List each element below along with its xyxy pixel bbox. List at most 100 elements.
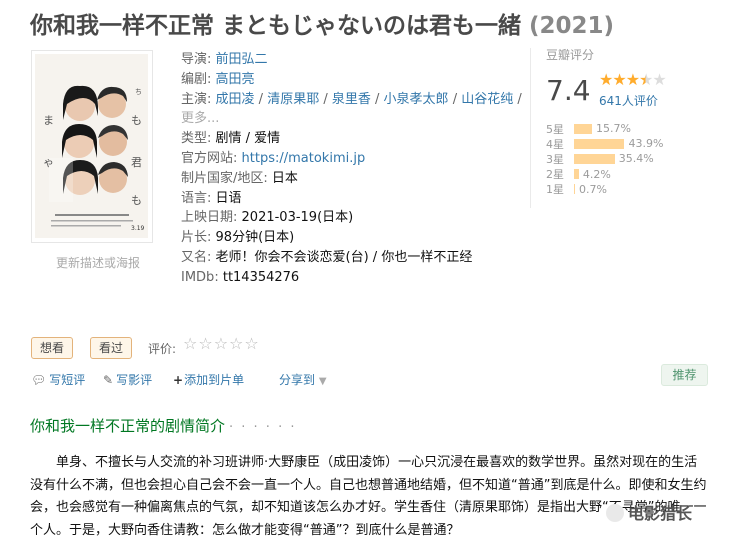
- cast-link-2[interactable]: 清原果耶: [267, 92, 319, 107]
- recommend-button[interactable]: 推荐: [661, 364, 708, 386]
- runtime-label: 片长:: [181, 230, 212, 246]
- genre-value: 剧情 / 爱情: [215, 131, 281, 147]
- write-review-label: 写影评: [116, 373, 153, 387]
- add-to-list-label: 添加到片单: [184, 373, 245, 387]
- cast-link-3[interactable]: 泉里香: [332, 92, 371, 107]
- rating-bar-percent: 15.7%: [596, 122, 631, 136]
- rating-divider: [530, 48, 531, 208]
- rating-bar-label: 3星: [546, 152, 564, 166]
- synopsis-heading-text: 你和我一样不正常的剧情简介: [30, 417, 226, 435]
- page-title: 你和我一样不正常 まともじゃないのは君も一緒 (2021): [30, 6, 614, 40]
- genre-label: 类型:: [181, 131, 212, 147]
- writer-link[interactable]: 高田亮: [216, 72, 255, 87]
- imdb-label: IMDb:: [181, 269, 219, 285]
- rating-bar-row: 1星 0.7%: [546, 182, 663, 197]
- imdb-value: tt14354276: [222, 269, 300, 285]
- director-row: 导演: 前田弘二: [181, 52, 268, 67]
- watermark-text: 电影猎长: [628, 504, 693, 523]
- website-link[interactable]: https://matokimi.jp: [242, 151, 366, 166]
- aka-value: 老师！你会不会谈恋爱(台) / 你也一样不正经: [215, 249, 473, 265]
- rating-bar-row: 5星 15.7%: [546, 121, 663, 136]
- movie-year: (2021): [529, 13, 615, 39]
- half-star-icon: ★: [639, 70, 653, 89]
- share-dropdown[interactable]: 分享到 ▼: [279, 371, 327, 388]
- chevron-down-icon: ▼: [318, 376, 327, 387]
- runtime-value: 98分钟(日本): [215, 230, 295, 246]
- poster-frame[interactable]: ち ま も ゃ 君 も 3.19: [31, 50, 153, 243]
- rating-bar: [574, 153, 615, 164]
- cast-link-5[interactable]: 山谷花纯: [461, 92, 513, 107]
- want-to-watch-button[interactable]: 想看: [31, 337, 74, 359]
- cast-more-link[interactable]: 更多...: [181, 111, 219, 126]
- country-label: 制片国家/地区:: [181, 170, 268, 186]
- rating-bar-row: 4星 43.9%: [546, 136, 663, 151]
- writer-label: 编剧: [181, 71, 208, 87]
- rating-stars: ★★★★★: [599, 70, 667, 89]
- svg-text:も: も: [131, 114, 142, 127]
- synopsis-paragraph: 单身、不擅长与人交流的补习班讲师·大野康臣（成田凌饰）一心只沉浸在最喜欢的数学世…: [30, 455, 707, 538]
- rate-star-input[interactable]: ☆☆☆☆☆: [183, 334, 260, 353]
- rating-bar-row: 2星 4.2%: [546, 167, 663, 182]
- poster-artwork: ち ま も ゃ 君 も 3.19: [35, 54, 148, 238]
- watermark-logo-icon: [606, 504, 624, 522]
- rating-bar-percent: 0.7%: [579, 182, 607, 196]
- language-value: 日语: [215, 190, 242, 206]
- write-review-link[interactable]: ✎ 写影评: [103, 371, 152, 388]
- watermark: 电影猎长: [606, 500, 692, 524]
- movie-title: 你和我一样不正常 まともじゃないのは君も一緒: [30, 13, 522, 39]
- votes-link[interactable]: 641人评价: [599, 92, 658, 109]
- pencil-icon: ✎: [103, 373, 114, 387]
- rating-bar-percent: 35.4%: [618, 152, 654, 166]
- add-to-list-link[interactable]: +添加到片单: [173, 371, 244, 388]
- cast-link-4[interactable]: 小泉孝太郎: [384, 92, 449, 107]
- cast-label: 主演: [181, 91, 208, 107]
- writer-row: 编剧: 高田亮: [181, 71, 255, 87]
- rating-bar: [574, 184, 575, 195]
- cast-more-row: 更多...: [181, 109, 521, 129]
- rating-bar-label: 5星: [546, 122, 564, 136]
- director-link[interactable]: 前田弘二: [216, 52, 268, 67]
- star-icon: ★: [599, 70, 613, 89]
- rate-label: 评价:: [148, 342, 177, 356]
- star-icon: ★: [625, 70, 640, 89]
- rating-bar: [574, 123, 593, 134]
- svg-text:ゃ: ゃ: [43, 156, 54, 169]
- svg-text:ま: ま: [43, 114, 54, 127]
- website-label: 官方网站:: [181, 150, 238, 166]
- cast-row: 主演: 成田凌 / 清原果耶 / 泉里香 / 小泉孝太郎 / 山谷花纯 /: [181, 91, 522, 107]
- write-short-comment-label: 写短评: [49, 373, 86, 387]
- director-label: 导演: [181, 52, 208, 67]
- rating-heading: 豆瓣评分: [546, 48, 595, 62]
- svg-text:3.19: 3.19: [131, 225, 145, 232]
- movie-info: 导演: 前田弘二 编剧: 高田亮 主演: 成田凌 / 清原果耶 / 泉里香 / …: [181, 50, 522, 288]
- aka-label: 又名:: [181, 249, 212, 265]
- svg-text:君: 君: [131, 156, 142, 169]
- star-icon: ★: [612, 70, 626, 89]
- synopsis-body: 单身、不擅长与人交流的补习班讲师·大野康臣（成田凌饰）一心只沉浸在最喜欢的数学世…: [30, 452, 710, 542]
- release-value: 2021-03-19(日本): [241, 210, 354, 226]
- watched-button[interactable]: 看过: [90, 337, 133, 359]
- svg-text:ち: ち: [135, 88, 142, 96]
- synopsis-heading: 你和我一样不正常的剧情简介 · · · · · ·: [30, 415, 296, 436]
- plus-icon: +: [173, 373, 184, 387]
- empty-star-icon: ★: [652, 70, 666, 89]
- rating-distribution: 5星 15.7% 4星 43.9% 3星 35.4% 2星 4.2% 1星 0.7%: [546, 121, 663, 197]
- rating-bar-percent: 4.2%: [582, 167, 611, 181]
- rating-bar-label: 4星: [546, 137, 564, 151]
- share-label: 分享到: [279, 373, 316, 387]
- poster-image[interactable]: ち ま も ゃ 君 も 3.19: [35, 54, 148, 238]
- country-value: 日本: [271, 170, 298, 186]
- rating-bar: [574, 138, 625, 149]
- rating-bar-percent: 43.9%: [628, 137, 664, 151]
- rating-bar-label: 1星: [546, 183, 564, 197]
- rating-bar: [574, 169, 579, 180]
- cast-link-1[interactable]: 成田凌: [216, 92, 255, 107]
- rating-bar-label: 2星: [546, 168, 564, 182]
- rating-score: 7.4: [546, 74, 591, 107]
- write-short-comment-link[interactable]: 💬︎ 写短评: [31, 371, 85, 388]
- release-label: 上映日期:: [181, 210, 238, 226]
- rating-bar-row: 3星 35.4%: [546, 151, 663, 166]
- update-poster-link[interactable]: 更新描述或海报: [56, 254, 140, 271]
- svg-text:も: も: [131, 194, 142, 207]
- comment-icon: 💬︎: [31, 373, 47, 387]
